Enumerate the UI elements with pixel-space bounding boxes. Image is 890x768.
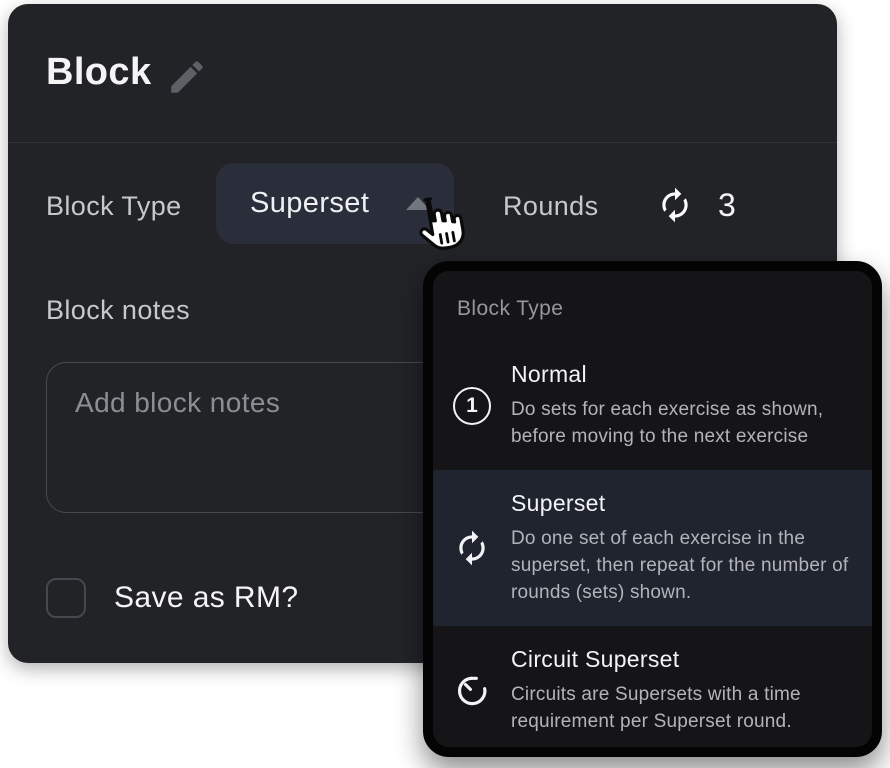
screen: Block Block Type Superset Rounds 3 Block… — [0, 0, 890, 768]
rounds-control[interactable]: 3 — [656, 186, 736, 224]
rounds-label: Rounds — [503, 190, 598, 223]
edit-pencil-icon[interactable] — [166, 56, 208, 98]
save-as-rm-checkbox[interactable] — [46, 578, 86, 618]
option-title: Superset — [511, 490, 850, 517]
repeat-icon — [656, 186, 694, 224]
save-as-rm-label: Save as RM? — [114, 581, 298, 615]
number-one-circle-icon: 1 — [433, 387, 511, 425]
dropdown-header: Block Type — [457, 297, 872, 321]
option-title: Circuit Superset — [511, 646, 850, 673]
block-type-value: Superset — [250, 187, 384, 220]
block-type-select[interactable]: Superset — [216, 163, 454, 244]
option-description: Do sets for each exercise as shown, befo… — [511, 396, 850, 450]
rounds-value: 3 — [718, 187, 736, 224]
option-description: Do one set of each exercise in the super… — [511, 525, 850, 606]
dropdown-option-circuit-superset[interactable]: Circuit Superset Circuits are Supersets … — [433, 626, 872, 755]
option-description: Circuits are Supersets with a time requi… — [511, 681, 850, 735]
option-title: Normal — [511, 361, 850, 388]
caret-up-icon — [406, 197, 430, 210]
repeat-icon — [433, 529, 511, 567]
page-title: Block — [46, 50, 151, 94]
block-type-label: Block Type — [46, 190, 182, 223]
dropdown-option-normal[interactable]: 1 Normal Do sets for each exercise as sh… — [433, 341, 872, 470]
dropdown-option-superset[interactable]: Superset Do one set of each exercise in … — [433, 470, 872, 626]
block-notes-label: Block notes — [46, 294, 190, 327]
block-type-dropdown: Block Type 1 Normal Do sets for each exe… — [423, 261, 882, 757]
timer-icon — [433, 672, 511, 710]
header-divider — [8, 142, 837, 143]
